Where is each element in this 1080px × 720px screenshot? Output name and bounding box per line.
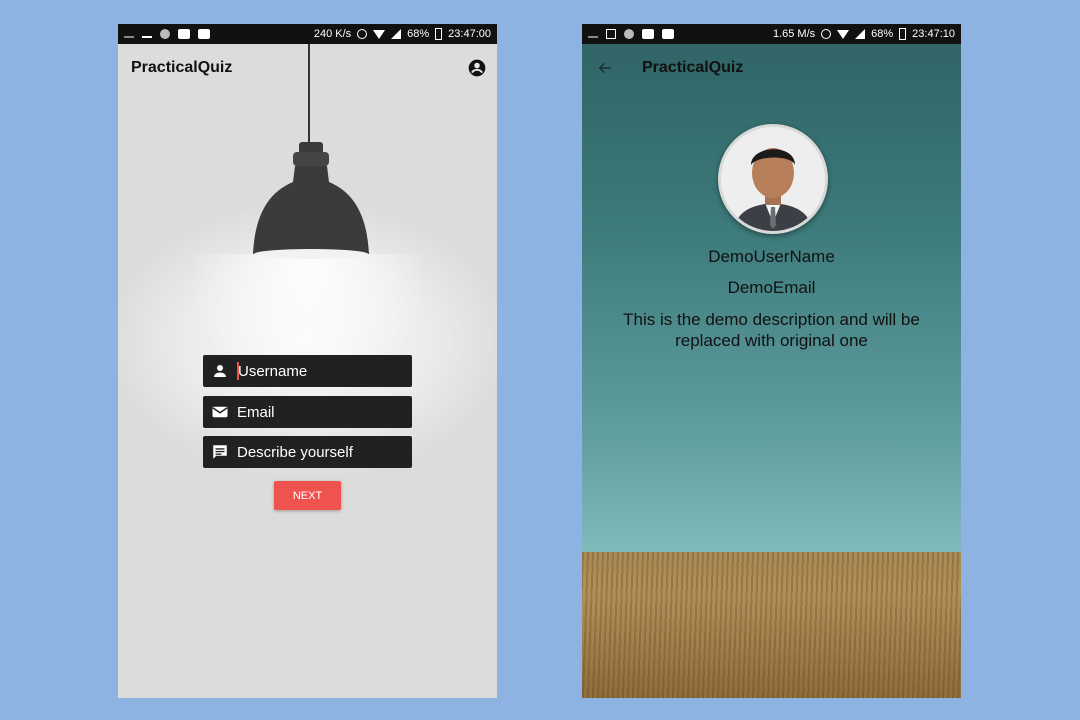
network-speed: 1.65 M/s: [772, 28, 816, 40]
comment-icon: [213, 445, 227, 459]
signal-icon: [391, 29, 402, 39]
usb-icon: [588, 30, 598, 38]
description-field[interactable]: Describe yourself: [203, 436, 412, 468]
email-placeholder: Email: [237, 403, 275, 421]
grass-field-background: [582, 552, 961, 698]
status-bar: 240 K/s 68% 23:47:00: [118, 24, 497, 44]
next-button[interactable]: NEXT: [274, 481, 341, 510]
wifi-icon: [373, 29, 386, 39]
login-screen: 240 K/s 68% 23:47:00 PracticalQuiz Usern…: [118, 24, 497, 698]
circle-icon: [160, 29, 170, 39]
description-placeholder: Describe yourself: [237, 443, 353, 461]
clock: 23:47:10: [912, 28, 955, 40]
signal-icon: [855, 29, 866, 39]
username-field[interactable]: Username: [203, 355, 412, 387]
battery-level: 68%: [871, 28, 894, 40]
youtube-icon: [662, 29, 674, 39]
youtube-icon: [198, 29, 210, 39]
circle-icon: [624, 29, 634, 39]
pendant-lamp-image: [253, 142, 369, 259]
wifi-icon: [837, 29, 850, 39]
back-arrow-icon[interactable]: [596, 59, 614, 77]
alarm-icon: [357, 29, 368, 39]
alarm-icon: [821, 29, 832, 39]
network-speed: 240 K/s: [313, 28, 352, 40]
mail-icon: [212, 406, 228, 418]
app-title: PracticalQuiz: [642, 59, 744, 76]
youtube-icon: [178, 29, 190, 39]
profile-photo: [721, 127, 825, 231]
profile-description: This is the demo description and will be…: [623, 310, 920, 350]
username-placeholder: Username: [238, 362, 308, 380]
usb-icon: [124, 30, 134, 38]
profile-username: DemoUserName: [708, 247, 835, 266]
youtube-icon: [642, 29, 654, 39]
person-icon: [214, 365, 226, 377]
battery-icon: [899, 28, 907, 40]
avatar: [718, 124, 828, 234]
battery-level: 68%: [407, 28, 430, 40]
download-icon: [142, 30, 152, 38]
profile-email: DemoEmail: [727, 278, 816, 297]
email-field[interactable]: Email: [203, 396, 412, 428]
app-title: PracticalQuiz: [131, 59, 233, 76]
lamp-chain: [308, 44, 314, 142]
profile-screen: 1.65 M/s 68% 23:47:10 PracticalQuiz Demo…: [582, 24, 961, 698]
status-bar: 1.65 M/s 68% 23:47:10: [582, 24, 961, 44]
clock: 23:47:00: [448, 28, 491, 40]
image-icon: [606, 29, 616, 39]
account-circle-icon[interactable]: [467, 58, 487, 78]
battery-icon: [435, 28, 443, 40]
